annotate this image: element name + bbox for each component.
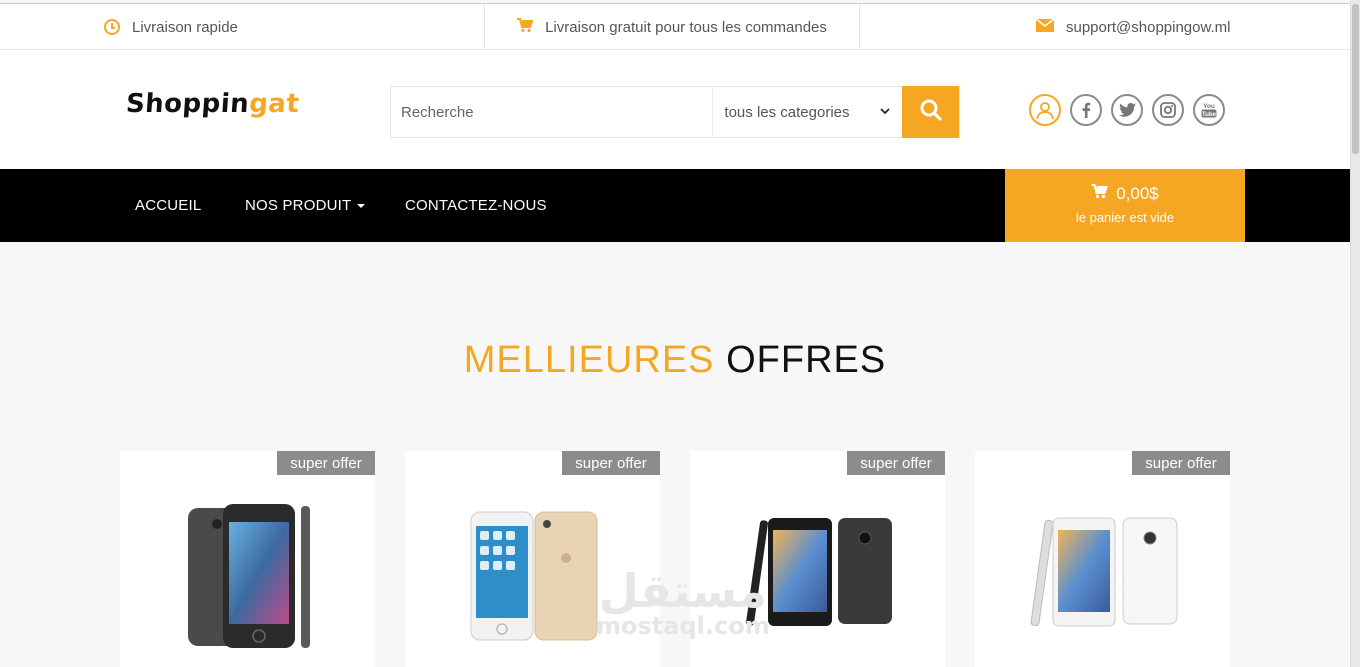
fast-delivery-text: Livraison rapide [132,18,238,36]
offer-badge: super offer [562,451,660,475]
product-image[interactable] [120,491,375,661]
search-input[interactable] [391,87,714,137]
section-title: MELLIEURES OFFRES [463,339,887,381]
search-button[interactable] [902,86,959,138]
offer-badge: super offer [847,451,945,475]
instagram-icon[interactable] [1152,94,1184,126]
cart-icon [1091,184,1109,204]
scrollbar-thumb[interactable] [1352,4,1359,154]
nav-item-home[interactable]: ACCUEIL [135,169,201,242]
offer-badge: super offer [1132,451,1230,475]
watermark: مستقل mostaql.com [596,564,770,640]
envelope-icon [1035,17,1055,36]
free-delivery-info: Livraison gratuit pour tous les commande… [484,4,860,50]
support-email-link[interactable]: support@shoppingow.ml [1066,19,1231,36]
svg-text:You: You [1203,103,1215,110]
page: Livraison rapide Livraison gratuit pour … [0,0,1350,667]
user-icon[interactable] [1029,94,1061,126]
category-select[interactable]: tous les categories [713,87,903,137]
fast-delivery-info: Livraison rapide [104,4,238,50]
youtube-icon[interactable]: You Tube [1193,94,1225,126]
caret-down-icon [357,203,366,208]
top-info-bar: Livraison rapide Livraison gratuit pour … [0,3,1350,50]
nav-item-contact[interactable]: CONTACTEZ-NOUS [405,169,547,242]
cart-icon [517,17,534,37]
page-scrollbar[interactable] [1350,0,1360,667]
facebook-icon[interactable] [1070,94,1102,126]
search-bar: tous les categories [390,86,960,138]
chevron-down-icon [880,106,890,118]
svg-text:Tube: Tube [1202,112,1217,118]
site-header: Shoppingat tous les categories [0,50,1350,169]
category-select-value: tous les categories [724,103,850,121]
clock-icon [104,19,120,35]
cart-amount-value: 0,00$ [1116,184,1159,203]
product-card[interactable]: super offer [975,451,1230,667]
offer-badge: super offer [277,451,375,475]
shop-logo[interactable]: Shoppingat [125,89,300,119]
cart-status: le panier est vide [1075,210,1175,225]
cart-summary[interactable]: 0,00$ le panier est vide [1005,169,1245,242]
social-links: You Tube [1029,94,1225,126]
cart-amount: 0,00$ [1005,184,1245,204]
nav-item-products[interactable]: NOS PRODUIT [245,169,366,242]
free-delivery-text: Livraison gratuit pour tous les commande… [545,18,827,36]
support-info[interactable]: support@shoppingow.ml [1035,4,1231,50]
search-icon [919,98,943,127]
twitter-icon[interactable] [1111,94,1143,126]
product-image[interactable] [975,491,1230,661]
product-card[interactable]: super offer [120,451,375,667]
